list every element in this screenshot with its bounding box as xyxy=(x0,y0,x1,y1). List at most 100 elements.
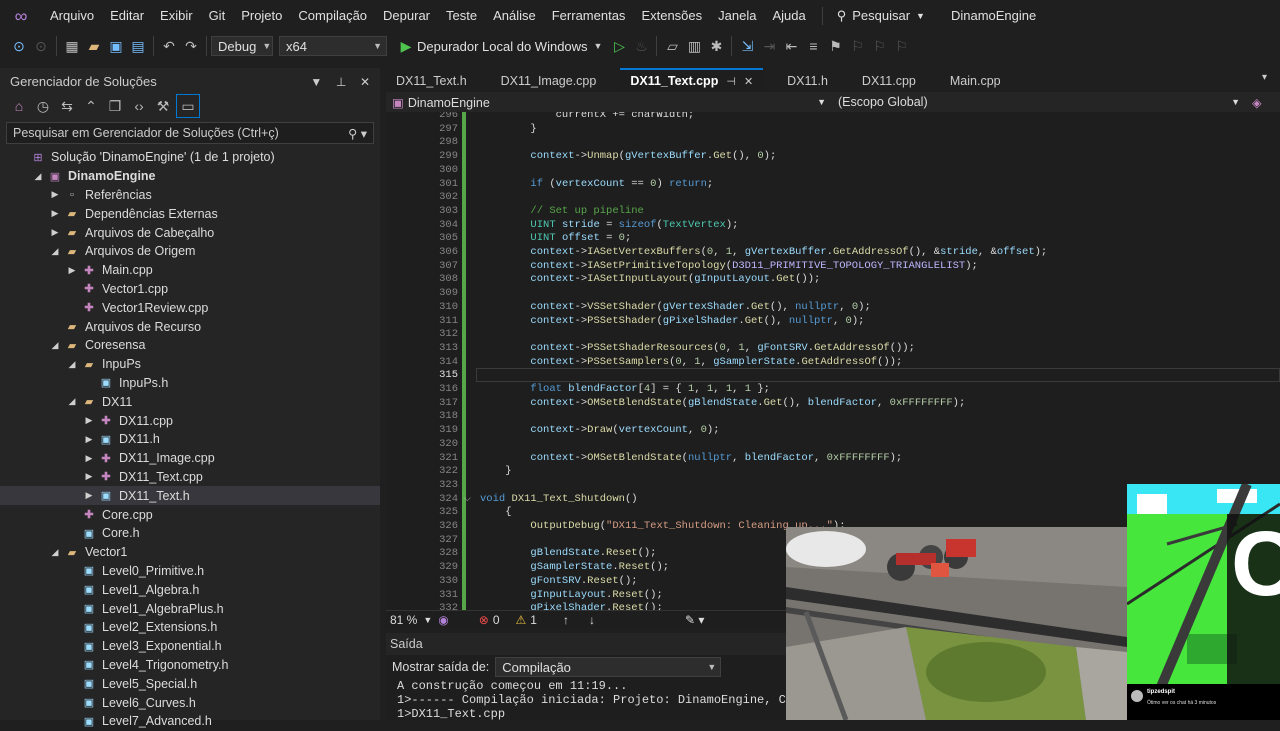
warning-icon[interactable]: ⚠ xyxy=(516,613,527,627)
menu-item-8[interactable]: Análise xyxy=(485,8,544,23)
tree-item[interactable]: ▶ ✚ DX11_Text.cpp xyxy=(0,468,380,487)
tree-item[interactable]: ▣ Level4_Trigonometry.h xyxy=(0,656,380,675)
tab-0[interactable]: DX11_Text.h xyxy=(386,70,477,92)
code-line[interactable]: context->IASetPrimitiveTopology(D3D11_PR… xyxy=(480,260,977,272)
bookmark-prev-icon[interactable]: ⚐ xyxy=(846,35,868,57)
save-all-icon[interactable]: ▤ xyxy=(127,35,149,57)
collapsed-chevron-icon[interactable]: ▶ xyxy=(80,471,98,482)
next-issue-icon[interactable]: ↓ xyxy=(589,613,595,627)
warning-count[interactable]: 1 xyxy=(530,613,537,627)
menu-item-6[interactable]: Depurar xyxy=(375,8,438,23)
code-line[interactable]: context->PSSetSamplers(0, 1, gSamplerSta… xyxy=(480,356,902,368)
tab-2[interactable]: DX11_Text.cpp ⊣ ✕ xyxy=(620,68,764,92)
menu-item-1[interactable]: Editar xyxy=(102,8,152,23)
expanded-chevron-icon[interactable]: ◢ xyxy=(63,359,81,370)
tree-item[interactable]: ▣ Level3_Exponential.h xyxy=(0,637,380,656)
bookmark-next-icon[interactable]: ⚐ xyxy=(868,35,890,57)
close-tab-icon[interactable]: ✕ xyxy=(744,75,753,88)
fold-toggle-icon[interactable]: ⌵ xyxy=(464,493,471,504)
menu-item-5[interactable]: Compilação xyxy=(290,8,375,23)
collapsed-chevron-icon[interactable]: ▶ xyxy=(63,265,81,276)
code-line[interactable]: gFontSRV.Reset(); xyxy=(480,575,637,587)
tree-item[interactable]: ▣ Level6_Curves.h xyxy=(0,693,380,712)
search-menu[interactable]: ⚲ Pesquisar ▼ xyxy=(831,8,931,24)
start-without-debugging-icon[interactable]: ▷ xyxy=(608,35,630,57)
collapsed-chevron-icon[interactable]: ▶ xyxy=(46,208,64,219)
tree-item[interactable]: ▣ InpuPs.h xyxy=(0,374,380,393)
menu-item-4[interactable]: Projeto xyxy=(233,8,290,23)
tree-item[interactable]: ▣ Core.h xyxy=(0,524,380,543)
bookmark-icon[interactable]: ⚑ xyxy=(824,35,846,57)
output-source-select[interactable]: Compilação ▼ xyxy=(495,657,722,677)
tab-5[interactable]: Main.cpp xyxy=(940,70,1011,92)
collapsed-chevron-icon[interactable]: ▶ xyxy=(80,490,98,501)
start-debugging-icon[interactable]: ▶ xyxy=(395,35,417,57)
chevron-down-icon[interactable]: ▼ xyxy=(423,615,432,625)
code-line[interactable]: { xyxy=(480,506,511,518)
layout-icon[interactable]: ▥ xyxy=(683,35,705,57)
pin-icon[interactable]: ⊥ xyxy=(336,75,346,89)
code-line[interactable]: context->IASetVertexBuffers(0, 1, gVerte… xyxy=(480,246,1047,258)
tree-item[interactable]: ▰ Arquivos de Recurso xyxy=(0,317,380,336)
code-line[interactable]: context->PSSetShader(gPixelShader.Get(),… xyxy=(480,315,864,327)
code-line[interactable]: context->OMSetBlendState(gBlendState.Get… xyxy=(480,397,965,409)
outdent-icon[interactable]: ⇤ xyxy=(780,35,802,57)
tab-4[interactable]: DX11.cpp xyxy=(852,70,926,92)
code-line[interactable]: UINT stride = sizeof(TextVertex); xyxy=(480,219,738,231)
show-all-files-icon[interactable]: ❐ xyxy=(104,95,126,117)
tree-item[interactable]: ▣ Level1_Algebra.h xyxy=(0,580,380,599)
code-line[interactable]: context->IASetInputLayout(gInputLayout.G… xyxy=(480,273,820,285)
start-debugger-button[interactable]: Depurador Local do Windows xyxy=(417,39,588,54)
expanded-chevron-icon[interactable]: ◢ xyxy=(46,547,64,558)
undo-icon[interactable]: ↶ xyxy=(158,35,180,57)
tree-item[interactable]: ▶ ▣ DX11_Text.h xyxy=(0,486,380,506)
collapsed-chevron-icon[interactable]: ▶ xyxy=(46,227,64,238)
tree-item[interactable]: ▣ Level2_Extensions.h xyxy=(0,618,380,637)
collapsed-chevron-icon[interactable]: ▶ xyxy=(80,434,98,445)
menu-item-3[interactable]: Git xyxy=(201,8,234,23)
tree-item[interactable]: ▶ ✚ Main.cpp xyxy=(0,261,380,280)
code-line[interactable]: if (vertexCount == 0) return; xyxy=(480,178,713,190)
tab-3[interactable]: DX11.h xyxy=(777,70,838,92)
code-line[interactable]: gSamplerState.Reset(); xyxy=(480,561,669,573)
tree-item[interactable]: ▶ ▰ Dependências Externas xyxy=(0,204,380,223)
tree-item[interactable]: ▶ ✚ DX11.cpp xyxy=(0,411,380,430)
step-icon[interactable]: ⇲ xyxy=(736,35,758,57)
cleanup-icon[interactable]: ✎ ▾ xyxy=(685,613,704,627)
code-line[interactable]: currentX += charWidth; xyxy=(480,112,695,121)
code-line[interactable]: gInputLayout.Reset(); xyxy=(480,589,662,601)
code-view-icon[interactable]: ‹› xyxy=(128,95,150,117)
tree-item[interactable]: ▶ ✚ DX11_Image.cpp xyxy=(0,449,380,468)
bug-icon[interactable]: ✱ xyxy=(705,35,727,57)
indent-icon[interactable]: ⇥ xyxy=(758,35,780,57)
redo-icon[interactable]: ↷ xyxy=(180,35,202,57)
expanded-chevron-icon[interactable]: ◢ xyxy=(63,396,81,407)
tree-item[interactable]: ◢ ▰ Coresensa xyxy=(0,336,380,355)
open-folder-icon[interactable]: ▰ xyxy=(83,35,105,57)
menu-item-9[interactable]: Ferramentas xyxy=(544,8,634,23)
tree-item[interactable]: ⊞ Solução 'DinamoEngine' (1 de 1 projeto) xyxy=(0,148,380,167)
switch-views-icon[interactable]: ⌂ xyxy=(8,95,30,117)
bookmark-clear-icon[interactable]: ⚐ xyxy=(890,35,912,57)
code-line[interactable]: context->Draw(vertexCount, 0); xyxy=(480,424,719,436)
code-line[interactable]: gBlendState.Reset(); xyxy=(480,547,656,559)
expanded-chevron-icon[interactable]: ◢ xyxy=(29,171,47,182)
tree-item[interactable]: ◢ ▰ InpuPs xyxy=(0,355,380,374)
browse-folder-icon[interactable]: ▱ xyxy=(661,35,683,57)
new-project-icon[interactable]: ▦ xyxy=(61,35,83,57)
errors-icon[interactable]: ⊗ xyxy=(479,613,489,627)
code-line[interactable]: void DX11_Text_Shutdown() xyxy=(480,493,638,505)
code-line[interactable]: gPixelShader.Reset(); xyxy=(480,602,662,610)
tree-item[interactable]: ▣ Level1_AlgebraPlus.h xyxy=(0,599,380,618)
collapsed-chevron-icon[interactable]: ▶ xyxy=(46,189,64,200)
tree-item[interactable]: ◢ ▰ Arquivos de Origem xyxy=(0,242,380,261)
copilot-icon[interactable]: ◉ xyxy=(438,613,448,627)
menu-item-10[interactable]: Extensões xyxy=(633,8,710,23)
tree-item[interactable]: ◢ ▣ DinamoEngine xyxy=(0,167,380,186)
preview-icon[interactable]: ▭ xyxy=(176,94,200,118)
code-line[interactable]: context->PSSetShaderResources(0, 1, gFon… xyxy=(480,342,914,354)
tree-item[interactable]: ✚ Core.cpp xyxy=(0,505,380,524)
platform-select[interactable]: x64 ▼ xyxy=(279,36,387,56)
tree-item[interactable]: ✚ Vector1Review.cpp xyxy=(0,298,380,317)
menu-item-11[interactable]: Janela xyxy=(710,8,764,23)
